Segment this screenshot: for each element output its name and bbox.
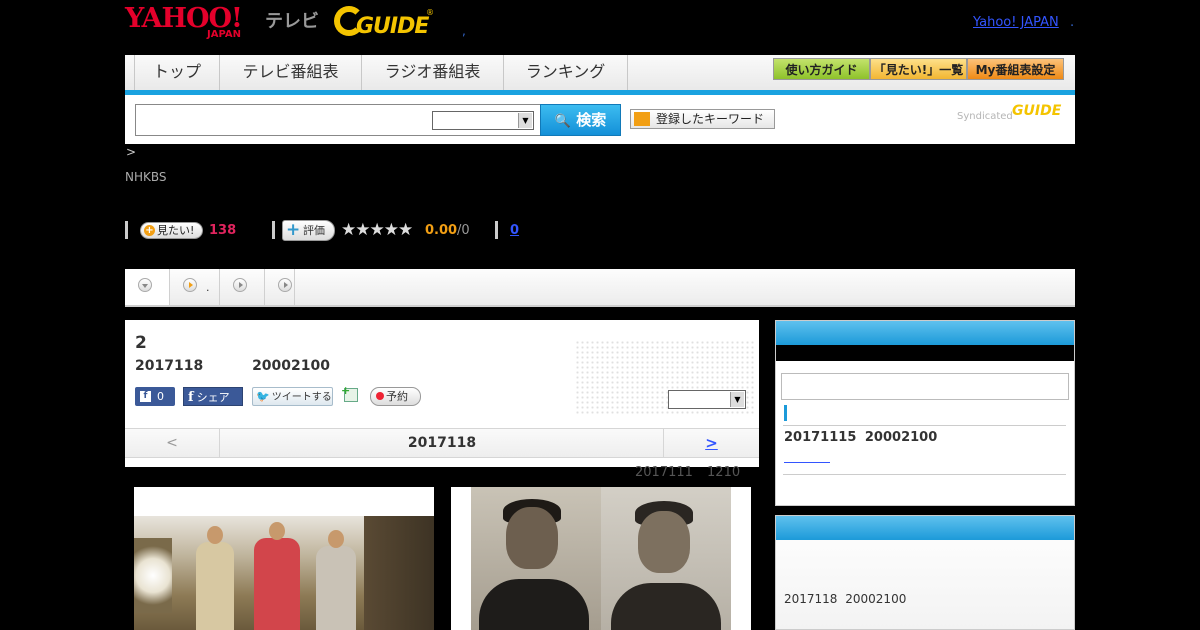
chevron-down-icon: ▼ (730, 392, 744, 407)
syndicated-gguide-logo: GUIDE (1012, 103, 1062, 119)
facebook-share-button[interactable]: f シェア (183, 387, 243, 406)
rating-total: /0 (457, 223, 470, 238)
channel-name: NHKBS (125, 170, 167, 184)
add-calendar-icon[interactable]: + (341, 384, 358, 402)
episode-datetime: 2017118 20002100 (135, 358, 330, 374)
arrow-down-icon (634, 112, 650, 126)
sidebar-panel-header (776, 321, 1074, 345)
header-separator: , (462, 24, 466, 38)
header-trailing-dot: . (1070, 15, 1075, 30)
plus-icon: + (286, 220, 301, 240)
chevron-down-icon: ▼ (518, 113, 532, 128)
episode-thumbnail-studio[interactable] (134, 487, 434, 630)
tv-logo-label[interactable]: テレビ (265, 7, 319, 33)
stats-divider (125, 221, 128, 239)
breadcrumb[interactable]: > (126, 145, 136, 159)
gguide-logo[interactable]: GUIDE ® (334, 6, 434, 40)
registered-mark: ® (426, 8, 434, 17)
sidebar-divider (783, 474, 1066, 475)
stats-divider (495, 221, 498, 239)
subtab-cast[interactable] (220, 269, 265, 305)
guide-button[interactable]: 使い方ガイド (773, 58, 870, 80)
nav-spacer (125, 55, 135, 91)
tab-radio-schedule[interactable]: ラジオ番組表 (362, 55, 504, 91)
facebook-icon: f (188, 390, 194, 405)
saved-keywords-label: 登録したキーワード (656, 112, 765, 126)
syndicated-label: Syndicated (957, 111, 1013, 122)
sidebar-related-datetime: 20171115 20002100 (784, 430, 938, 445)
sidebar-search-input[interactable] (781, 373, 1069, 400)
episode-pager: < 2017118 > (125, 428, 759, 458)
record-icon (376, 392, 384, 400)
wishlist-button[interactable]: 「見たい!」一覧 (870, 58, 967, 80)
facebook-like-count: 0 (157, 390, 164, 403)
review-count-link[interactable]: 0 (510, 223, 519, 238)
japan-logo-text: JAPAN (207, 29, 241, 40)
tweet-label: ツイートする (271, 392, 332, 403)
play-icon (233, 278, 247, 292)
facebook-share-label: シェア (196, 391, 230, 404)
sidebar-panel-subheader (776, 345, 1074, 361)
subtab-overview[interactable] (125, 269, 170, 305)
tab-tv-schedule[interactable]: テレビ番組表 (220, 55, 362, 91)
sidebar-related-link[interactable] (784, 454, 830, 463)
search-category-select[interactable]: ▼ (432, 111, 534, 130)
episode-select[interactable]: ▼ (668, 390, 746, 409)
subtab-label: . (206, 281, 210, 294)
broadcast-period: 2017111 1210 (635, 465, 741, 480)
sidebar-panel-header (776, 516, 1074, 540)
rate-button[interactable]: + 評価 (282, 220, 335, 241)
studio-scene-image (134, 516, 434, 630)
want-to-watch-label: 見たい! (157, 224, 195, 237)
sidebar-next-datetime: 2017118 20002100 (784, 592, 907, 606)
sidebar-section-marker (784, 405, 787, 421)
play-icon (183, 278, 197, 292)
stats-divider (272, 221, 275, 239)
gguide-logo-text: GUIDE (356, 14, 429, 39)
reserve-button[interactable]: 予約 (370, 387, 421, 406)
want-to-watch-count: 138 (209, 223, 237, 238)
subtab-episodes[interactable]: . (170, 269, 220, 305)
search-button-label: 検索 (576, 111, 607, 129)
next-episode-link[interactable]: > (663, 429, 759, 457)
tab-ranking[interactable]: ランキング (504, 55, 628, 91)
current-episode-date: 2017118 (407, 435, 477, 451)
chevron-down-icon (138, 278, 152, 292)
yahoo-japan-link[interactable]: Yahoo! JAPAN (973, 15, 1059, 30)
twitter-bird-icon: 🐦 (256, 390, 270, 403)
reserve-label: 予約 (386, 390, 408, 403)
episode-thumbnail-portraits[interactable] (451, 487, 751, 630)
tab-top[interactable]: トップ (135, 55, 220, 91)
subtab-related[interactable] (265, 269, 295, 305)
sidebar-panel-related (775, 320, 1075, 506)
tweet-button[interactable]: 🐦 ツイートする (252, 387, 333, 406)
my-schedule-button[interactable]: My番組表設定 (967, 58, 1064, 80)
saved-keywords-button[interactable]: 登録したキーワード (630, 109, 775, 129)
episode-title: 2 (135, 333, 147, 353)
want-to-watch-button[interactable]: + 見たい! (140, 222, 203, 239)
search-icon: 🔍 (554, 114, 571, 129)
sidebar-panel-next (775, 515, 1075, 630)
program-subtabs: . (125, 269, 1075, 307)
global-nav: トップ テレビ番組表 ラジオ番組表 ランキング 使い方ガイド 「見たい!」一覧 … (125, 55, 1075, 91)
rating-stars: ★★★★★ (341, 220, 413, 240)
facebook-like-button[interactable]: f0 (135, 387, 175, 406)
rate-label: 評価 (303, 224, 325, 237)
sidebar-divider (783, 425, 1066, 426)
facebook-icon: f (140, 391, 151, 402)
rating-value: 0.00 (425, 223, 458, 238)
historical-portraits-image (471, 487, 731, 630)
play-icon (278, 278, 292, 292)
previous-episode-button[interactable]: < (125, 429, 220, 457)
search-button[interactable]: 🔍 検索 (540, 104, 621, 136)
plus-icon: + (144, 225, 155, 236)
yahoo-japan-logo[interactable]: YAHOO! JAPAN (125, 5, 243, 41)
